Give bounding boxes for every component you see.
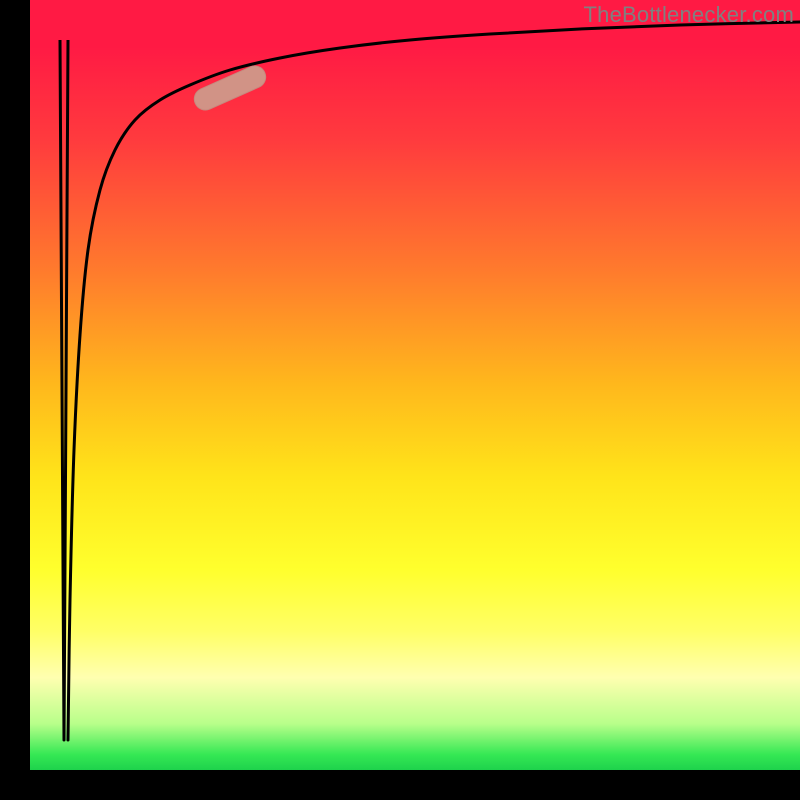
- chart-frame: TheBottlenecker.com: [0, 0, 800, 800]
- plot-area: TheBottlenecker.com: [30, 0, 800, 770]
- watermark-label: TheBottlenecker.com: [584, 2, 794, 28]
- chart-svg: [30, 0, 800, 770]
- spike-line: [60, 40, 68, 740]
- bottleneck-curve: [68, 22, 800, 740]
